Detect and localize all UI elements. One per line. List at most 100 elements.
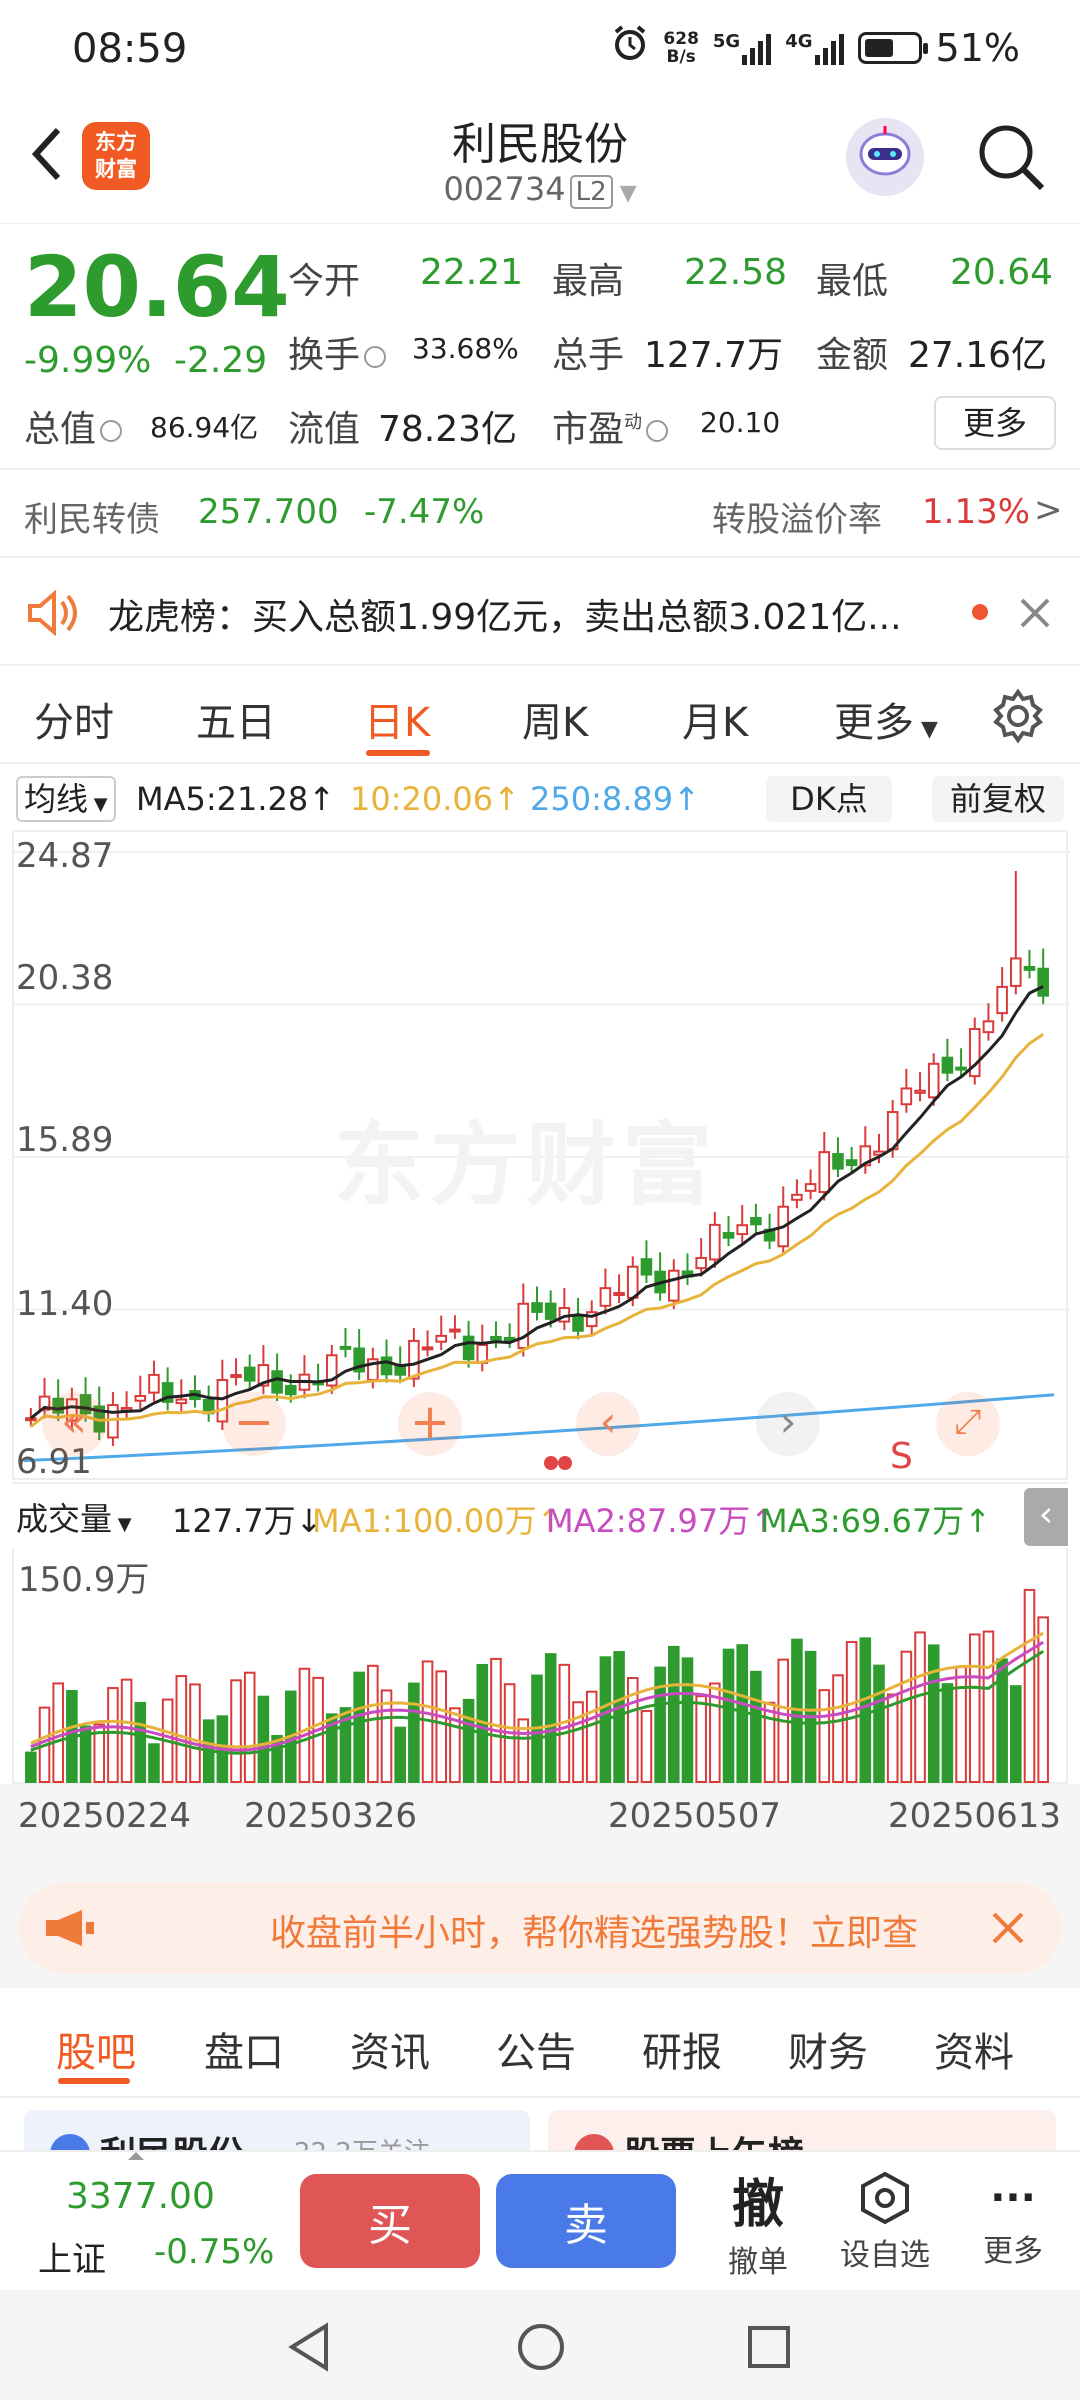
candle-up [791,1193,803,1201]
volume-bar [298,1667,311,1783]
subtab-announcement[interactable]: 公告 [496,2020,576,2078]
candle-up [613,1292,625,1297]
volume-bar [1023,1588,1036,1783]
scroll-start-icon[interactable]: « [42,1392,106,1456]
notice-bar[interactable]: 龙虎榜：买入总额1.99亿元，卖出总额3.021亿... [0,556,1080,666]
ranking-icon [574,2134,614,2150]
close-icon[interactable] [1018,596,1052,630]
zoom-out-icon[interactable]: − [222,1392,286,1456]
gear-icon[interactable] [990,688,1046,744]
candle-down [394,1365,406,1376]
scroll-left-icon[interactable]: ‹ [576,1392,640,1456]
tab-five-day[interactable]: 五日 [196,690,276,748]
bond-label[interactable]: 利民转债 [24,492,160,541]
tab-more[interactable]: 更多 ▼ [834,690,938,748]
tab-daily-k[interactable]: 日K [364,690,430,748]
candle-down [1037,967,1049,997]
candle-up [668,1269,680,1302]
volume-bar [900,1650,913,1784]
pe-value: 20.10 [700,406,781,439]
subtab-pankou[interactable]: 盘口 [204,2020,284,2078]
ranking-card-title: 股票上午榜 [624,2126,804,2150]
index-value[interactable]: 3377.00 [66,2176,215,2217]
nav-recents-icon[interactable] [746,2324,792,2370]
fullscreen-icon[interactable]: ⤢ [936,1392,1000,1456]
volume-bar [681,1657,694,1783]
candle-down [490,1335,502,1341]
chevron-right-icon[interactable]: > [1034,490,1063,530]
search-icon[interactable] [976,122,1046,196]
promo-banner[interactable]: 收盘前半小时，帮你精选强势股！立即查 [18,1882,1062,1974]
tab-monthly-k[interactable]: 月K [682,690,748,748]
close-icon[interactable] [990,1910,1026,1946]
zoom-in-icon[interactable]: + [398,1392,462,1456]
system-nav-bar [0,2290,1080,2400]
unread-dot [972,604,988,620]
candle-down [380,1356,393,1376]
mcap-label: 总值 [24,400,126,452]
cancel-icon: 撤 [731,2175,784,2235]
more-actions-button[interactable]: ··· 更多 [968,2170,1058,2270]
promo-text: 收盘前半小时，帮你精选强势股！立即查 [270,1913,919,1954]
premium-label: 转股溢价率 [712,500,882,540]
subtab-profile[interactable]: 资料 [934,2020,1014,2078]
open-value: 22.21 [420,252,524,293]
kline-chart[interactable]: 东方财富 24.87 20.38 15.89 11.40 6.91 « − + … [12,830,1070,1482]
dk-point-button[interactable]: DK点 [766,776,892,822]
subtab-news[interactable]: 资讯 [350,2020,430,2078]
candle-up [914,1089,926,1094]
nav-back-icon[interactable] [286,2322,332,2372]
ranking-card[interactable]: 股票上午榜 [548,2110,1056,2150]
adjust-price-button[interactable]: 前复权 [932,776,1064,822]
alarm-icon [611,24,649,71]
subtab-guba[interactable]: 股吧 [56,2020,136,2078]
low-value: 20.64 [950,252,1054,293]
candle-up [134,1395,147,1402]
subtab-finance[interactable]: 财务 [788,2020,868,2078]
volume-select[interactable]: 成交量 ▼ [16,1494,132,1540]
info-icon[interactable] [364,346,387,368]
cancel-order-button[interactable]: 撤 撤单 [718,2162,798,2281]
volume-bar [490,1657,502,1783]
guba-card-sub: 22.2万关注 [294,2132,430,2150]
guba-card[interactable]: 利民股份 22.2万关注 [24,2110,530,2150]
y-axis-3: 15.89 [16,1120,114,1160]
more-dots-icon: ··· [990,2175,1036,2221]
open-label: 今开 [288,261,361,302]
info-icon[interactable] [646,420,669,442]
volume-bar [408,1682,420,1783]
current-price: 20.64 [24,238,290,336]
volume-bar [107,1687,119,1783]
robot-assistant-avatar[interactable] [846,118,924,196]
volume-bar [832,1674,844,1783]
turnover-label: 换手 [288,326,390,378]
info-icon[interactable] [100,420,123,442]
volume-bar [722,1648,735,1783]
volume-bar [189,1683,201,1783]
candle-up [517,1302,530,1350]
candle-down [750,1217,762,1226]
volume-bar [818,1689,831,1783]
premium-value: 1.13% [922,492,1031,532]
volume-bar [585,1690,598,1783]
vol-ma2: MA2:87.97万↑ [546,1502,778,1540]
date-tick: 20250613 [888,1796,1062,1836]
buy-button[interactable]: 买 [300,2174,480,2268]
ma10-value: 10:20.06↑ [350,780,520,818]
scroll-right-icon[interactable]: › [756,1392,820,1456]
candle-up [230,1374,242,1379]
collapse-panel-icon[interactable]: ‹ [1024,1488,1068,1546]
nav-home-icon[interactable] [516,2322,566,2372]
tab-weekly-k[interactable]: 周K [522,690,588,748]
sell-button[interactable]: 卖 [496,2174,676,2268]
candle-down [284,1385,297,1396]
subtab-research[interactable]: 研报 [642,2020,722,2078]
add-watchlist-button[interactable]: 设自选 [830,2170,940,2274]
ma-select[interactable]: 均线 ▼ [16,776,116,822]
volume-header: 成交量 ▼ 127.7万↓ MA1:100.00万↑ MA2:87.97万↑ M… [12,1482,1068,1548]
tab-intraday[interactable]: 分时 [34,690,114,748]
more-quote-button[interactable]: 更多 [934,396,1056,450]
candle-down [531,1302,543,1313]
volume-bar [230,1679,242,1783]
candle-up [818,1151,831,1194]
